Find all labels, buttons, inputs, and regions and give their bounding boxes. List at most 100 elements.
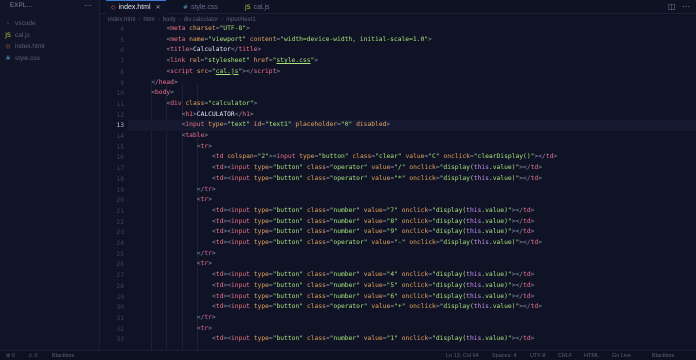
line-number: 9 [120,79,124,87]
status-right-item[interactable]: Blackbox [652,353,674,359]
css-file-icon: # [5,54,11,62]
code-line[interactable]: </head> [136,78,178,89]
explorer-title: EXPL... [10,3,33,9]
line-number: 15 [116,143,124,151]
code-line[interactable]: <td><input type="button" class="number" … [136,292,534,303]
status-left-item[interactable]: ⊗ 0 [6,353,15,359]
code-line[interactable]: <meta charset="UTF-8"> [136,24,249,35]
file-type-icon: JS [245,3,251,11]
line-number: 29 [116,293,124,301]
split-editor-icon[interactable]: ◫ [668,2,676,11]
breadcrumb-item[interactable]: html [143,17,154,23]
code-line[interactable]: <td><input type="button" class="operator… [136,302,542,313]
html-file-icon: ◇ [5,43,11,50]
code-line[interactable]: <td><input type="button" class="operator… [136,163,542,174]
tab-cal-js[interactable]: JS cal.js [240,0,275,14]
line-number: 17 [116,165,124,173]
code-editor[interactable]: 4 5 6 7 8 9 10 11 12 13 14 15 16 17 18 19 20 21 22 23 24 25 26… [100,24,696,350]
code-line[interactable]: <div class="calculator"> [136,99,257,110]
more-tab-actions-icon[interactable]: ⋯ [682,2,690,11]
line-number: 5 [120,36,124,44]
line-number: 27 [116,272,124,280]
code-line[interactable]: <td><input type="button" class="number" … [136,281,534,292]
explorer-item[interactable]: JS cal.js [4,30,96,41]
status-right-item[interactable]: Spaces: 4 [492,353,516,359]
code-line[interactable]: <tr> [136,142,212,153]
code-line[interactable]: <td><input type="button" class="number" … [136,227,534,238]
line-number: 10 [116,90,124,98]
code-line[interactable]: <tr> [136,259,212,270]
explorer-sidebar: EXPL... ⋯ › vscode JS cal.js ◇ index.html # sty… [0,0,100,350]
code-line[interactable]: <td><input type="button" class="number" … [136,217,534,228]
code-line[interactable]: <body> [136,88,174,99]
close-tab-icon[interactable]: ✕ [156,4,161,11]
code-line[interactable]: </tr> [136,185,216,196]
code-line[interactable]: <h1>CALCULATOR</h1> [136,110,254,121]
code-line[interactable]: <input type="text" id="text1" placeholde… [136,120,391,131]
breadcrumb-separator-icon: › [157,17,160,23]
breadcrumb-separator-icon: › [221,17,224,23]
line-number: 30 [116,304,124,312]
explorer-item[interactable]: › vscode [4,18,96,29]
tab-bar: ◇ index.html ✕ # style.css JS cal.js ◫ ⋯ [100,0,696,14]
more-actions-icon[interactable]: ⋯ [84,1,92,10]
line-number: 14 [116,133,124,140]
breadcrumb-item[interactable]: input#text1 [226,17,255,23]
status-right-item[interactable]: Go Live [612,353,631,359]
code-line[interactable]: <link rel="stylesheet" href="style.css"> [136,56,318,67]
code-line[interactable]: <td><input type="button" class="number" … [136,334,534,345]
status-right-item[interactable]: CRLF [558,353,572,359]
explorer-item-label: index.html [15,43,45,50]
status-right-item[interactable]: Ln 13, Col 64 [446,353,479,359]
line-number: 28 [116,282,124,290]
line-number: 22 [116,218,124,226]
tab-label: style.css [191,3,218,11]
line-number: 18 [116,175,124,183]
tab-label: index.html [118,4,151,11]
tab-index-html[interactable]: ◇ index.html ✕ [106,0,166,14]
chevron-right-icon: › [6,20,10,27]
status-right-item[interactable]: UTF-8 [530,353,546,359]
explorer-item[interactable]: # style.css [4,53,96,64]
status-right-item[interactable]: HTML [584,353,599,359]
breadcrumb-item[interactable]: div.calculator [184,17,219,23]
code-line[interactable]: <td colspan="2"><input type="button" cla… [136,152,557,163]
code-line[interactable]: <td><input type="button" class="operator… [136,238,542,249]
line-number: 12 [116,111,124,119]
code-line[interactable]: <title>Calculator</title> [136,45,261,56]
code-line[interactable]: <td><input type="button" class="number" … [136,270,534,281]
code-line[interactable]: <table> [136,131,209,142]
line-number: 20 [116,197,124,205]
line-number: 19 [116,186,124,194]
line-number: 6 [120,47,124,55]
code-line[interactable]: <meta name="viewport" content="width=dev… [136,35,431,46]
breadcrumb-separator-icon: › [178,17,181,23]
code-line[interactable]: <tr> [136,324,212,335]
line-number: 8 [120,68,124,76]
status-bar: ⊗ 0 ⚠ 0 Blackbox Ln 13, Col 64 Spaces: 4 UTF-… [0,350,696,360]
code-line[interactable]: <tr> [136,195,212,206]
explorer-item-label: cal.js [15,31,30,39]
code-line[interactable]: <script src="cal.js"></script> [136,67,280,78]
line-number: 4 [120,26,124,33]
breadcrumb-item[interactable]: body [163,17,176,23]
code-line[interactable]: </tr> [136,249,216,260]
explorer-item[interactable]: ◇ index.html [4,41,96,52]
line-number: 32 [116,325,124,333]
breadcrumb-item[interactable]: index.html [108,17,135,23]
code-line[interactable]: <td><input type="button" class="operator… [136,174,542,185]
line-number: 24 [116,240,124,247]
file-type-icon: # [183,3,189,11]
code-line[interactable]: </tr> [136,313,216,324]
tab-style-css[interactable]: # style.css [178,0,223,14]
status-left-item[interactable]: ⚠ 0 [28,353,38,359]
tab-label: cal.js [253,3,270,11]
line-number: 23 [116,229,124,237]
line-number: 33 [116,336,124,344]
file-type-icon: ◇ [111,4,116,11]
code-line[interactable]: <td><input type="button" class="number" … [136,206,534,217]
line-number: 13 [116,122,124,130]
line-number: 21 [116,207,124,215]
status-left-item[interactable]: Blackbox [52,353,74,359]
line-number: 16 [116,154,124,162]
